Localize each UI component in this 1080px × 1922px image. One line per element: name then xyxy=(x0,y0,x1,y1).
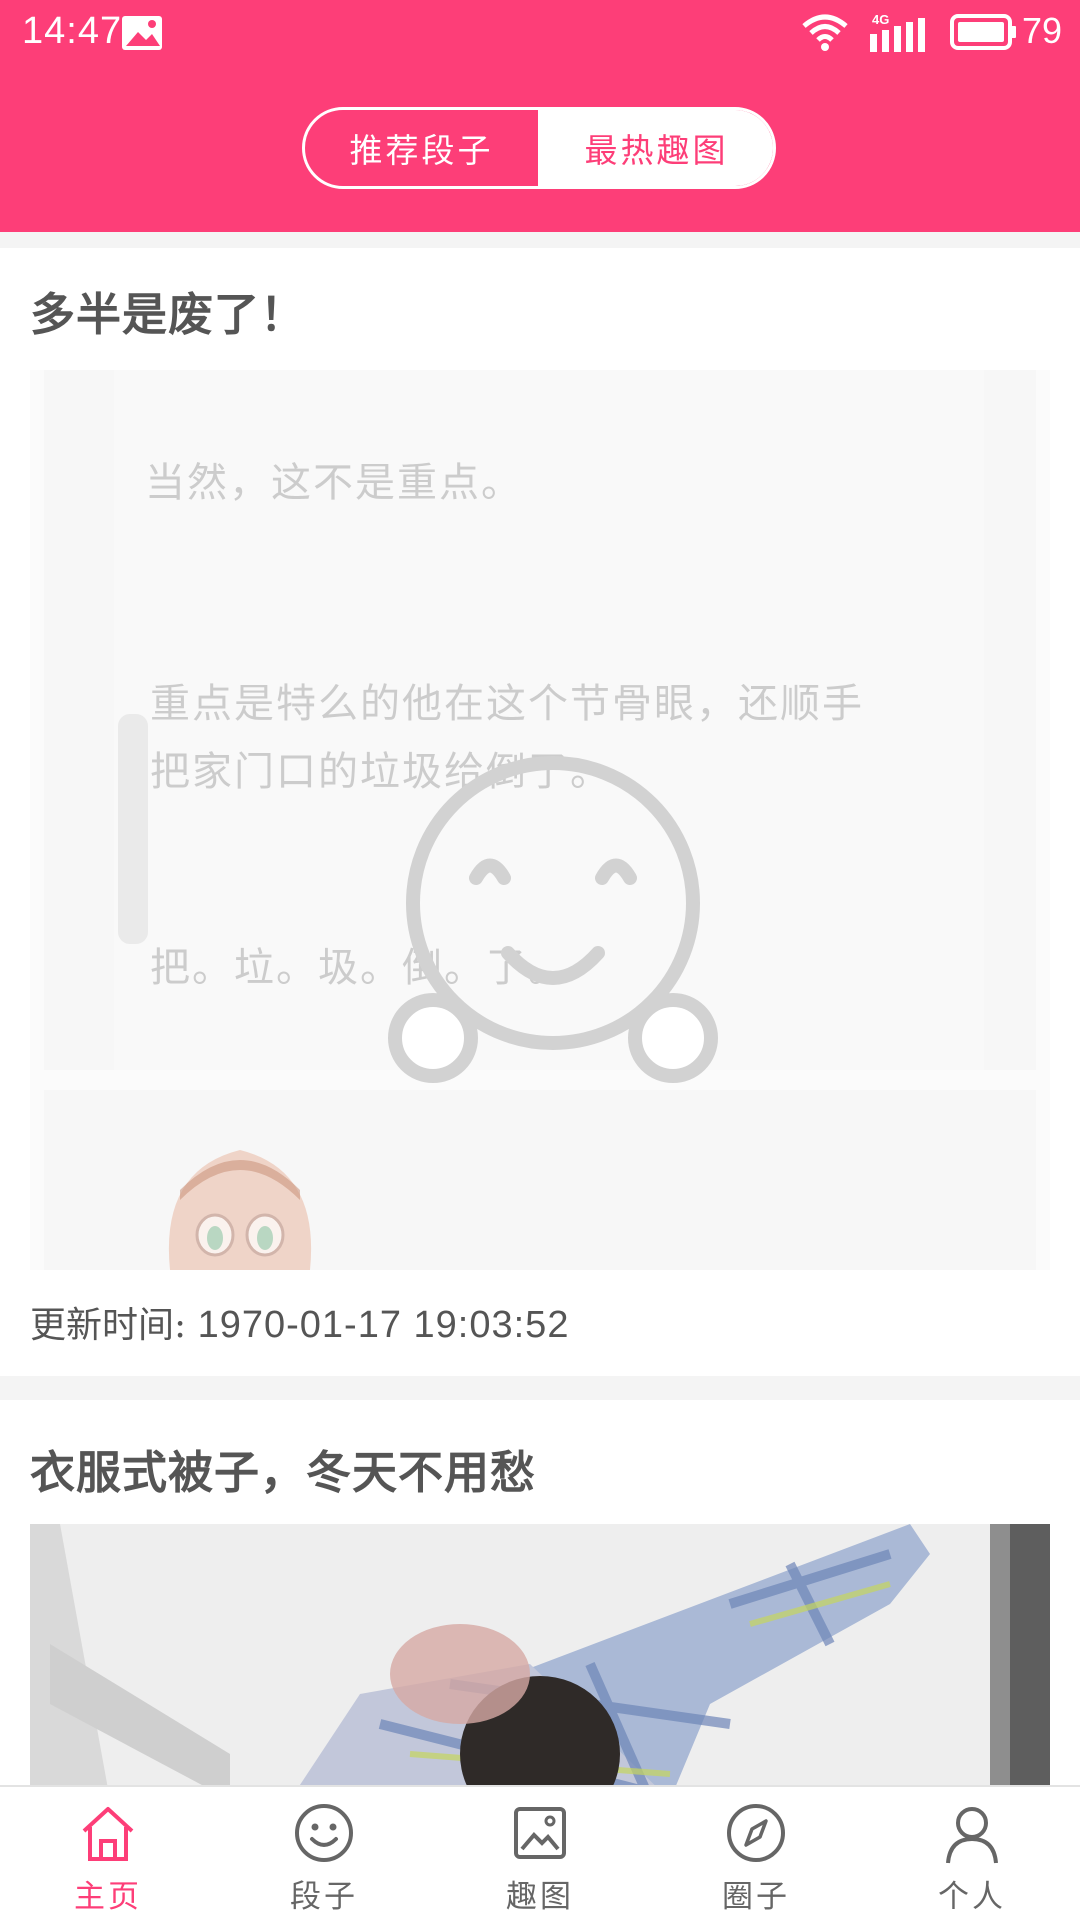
signal-icon xyxy=(870,18,925,52)
battery-level: 79 xyxy=(1022,10,1063,51)
nav-circle[interactable]: 圈子 xyxy=(648,1787,864,1922)
nav-label: 主页 xyxy=(74,1879,142,1915)
image-caption-line: 当然，这不是重点。 xyxy=(145,460,523,506)
tab-recommended-jokes[interactable]: 推荐段子 xyxy=(305,110,540,186)
compass-icon xyxy=(727,1804,785,1862)
nav-pictures[interactable]: 趣图 xyxy=(432,1787,648,1922)
image-icon xyxy=(122,16,162,50)
nav-profile[interactable]: 个人 xyxy=(864,1787,1080,1922)
wifi-icon xyxy=(802,14,848,51)
picture-icon xyxy=(514,1807,566,1859)
home-icon xyxy=(82,1807,134,1861)
post-photo xyxy=(30,1524,1050,1800)
post-card[interactable]: 多半是废了！ 当然，这不是重点。 重点是特么的他在这个节骨眼，还顺手 把家门口的… xyxy=(0,248,1080,1376)
nav-label: 段子 xyxy=(290,1879,358,1915)
category-tab-switch: 推荐段子 最热趣图 xyxy=(302,107,776,189)
update-time-label: 更新时间: xyxy=(30,1305,187,1346)
battery-icon xyxy=(950,14,1016,50)
nav-label: 趣图 xyxy=(506,1879,574,1915)
smiley-icon xyxy=(295,1804,353,1862)
person-icon xyxy=(946,1807,998,1864)
update-time-row: 更新时间: 1970-01-17 19:03:52 xyxy=(30,1296,569,1348)
nav-label: 圈子 xyxy=(722,1879,790,1915)
post-title: 衣服式被子，冬天不用愁 xyxy=(30,1446,537,1499)
nav-jokes[interactable]: 段子 xyxy=(216,1787,432,1922)
post-card[interactable]: 衣服式被子，冬天不用愁 xyxy=(0,1400,1080,1800)
post-image[interactable]: 当然，这不是重点。 重点是特么的他在这个节骨眼，还顺手 把家门口的垃圾给倒了。 … xyxy=(30,370,1050,1270)
loading-placeholder-icon xyxy=(388,756,718,1083)
post-image[interactable] xyxy=(30,1524,1050,1800)
update-time-value: 1970-01-17 19:03:52 xyxy=(197,1304,570,1346)
post-title: 多半是废了！ xyxy=(30,288,307,341)
tab-hot-pictures[interactable]: 最热趣图 xyxy=(540,110,773,186)
nav-label: 个人 xyxy=(938,1879,1006,1915)
status-time: 14:47 xyxy=(22,10,123,52)
cartoon-girl-illustration xyxy=(168,1150,312,1270)
bottom-navigation: 主页 段子 趣图 圈子 个人 xyxy=(0,1785,1080,1922)
nav-home[interactable]: 主页 xyxy=(0,1787,216,1922)
image-decoration xyxy=(118,714,148,944)
app-header: 14:47 4G 79 推荐段子 最热趣图 xyxy=(0,0,1080,232)
image-caption-line: 重点是特么的他在这个节骨眼，还顺手 xyxy=(150,681,864,727)
